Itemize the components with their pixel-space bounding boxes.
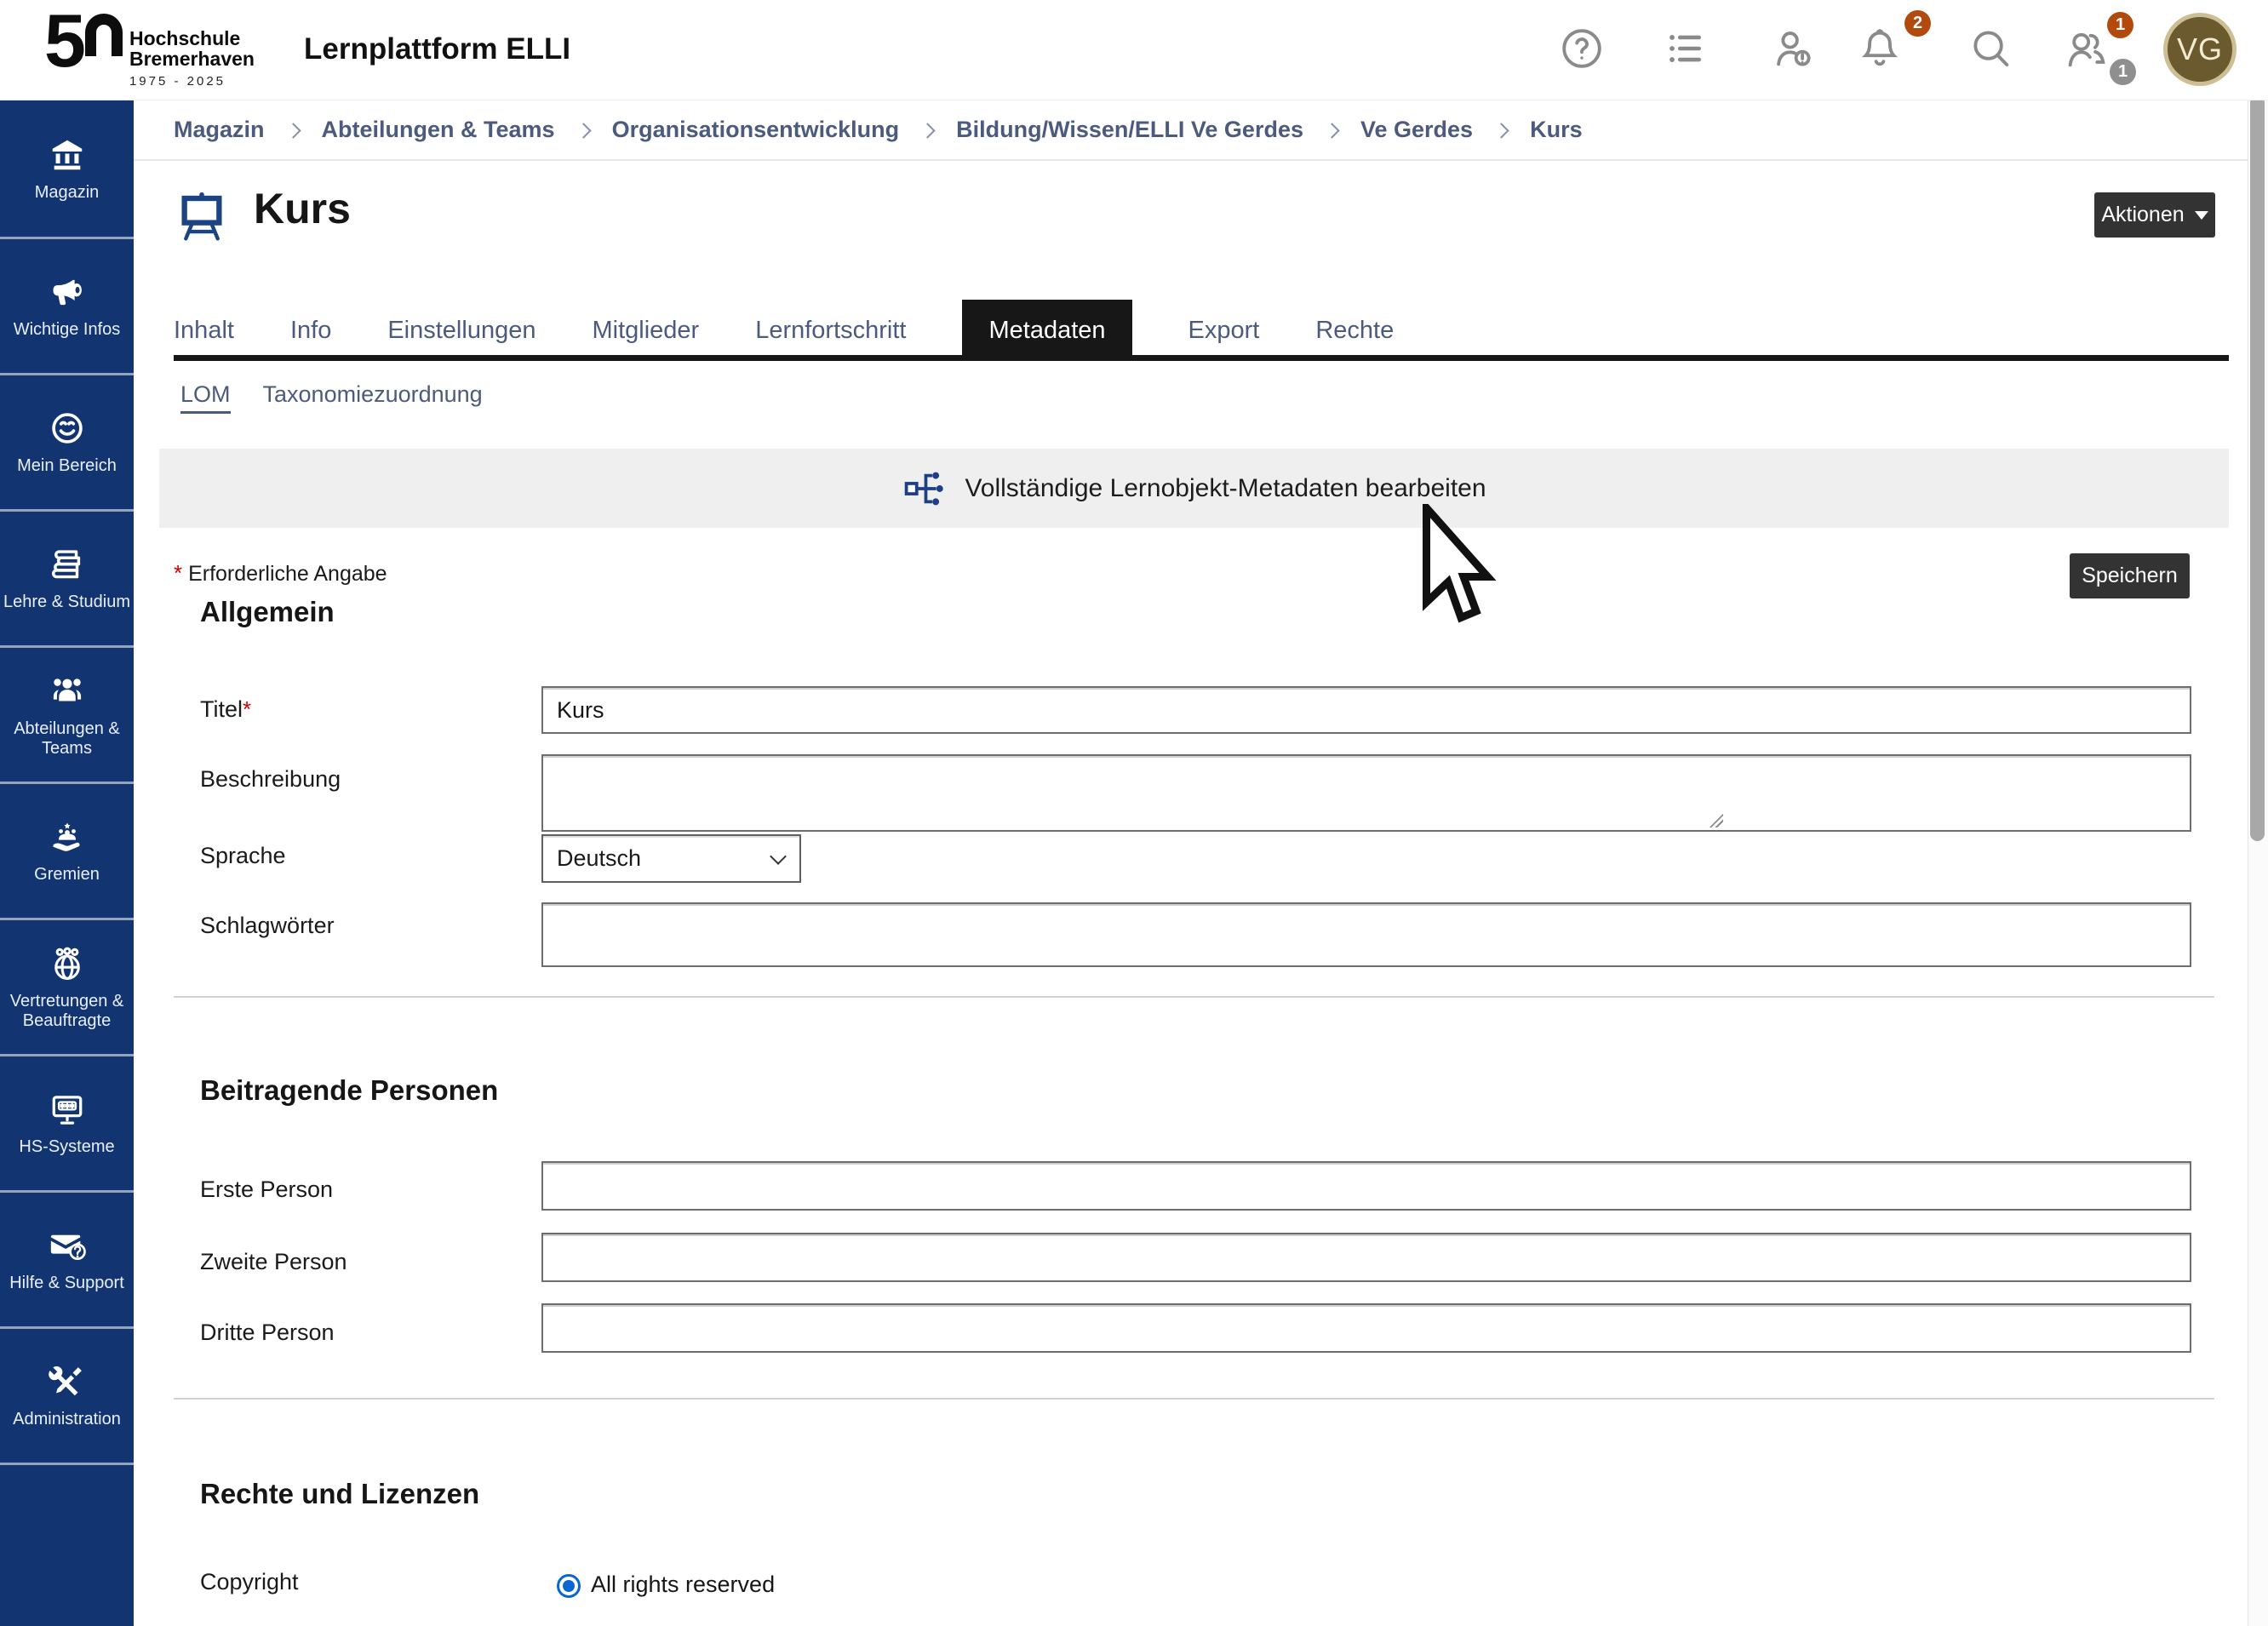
erste-person-input[interactable] <box>541 1161 2191 1211</box>
logo-years: 1975 - 2025 <box>129 74 255 89</box>
mail-question-icon <box>48 1226 87 1265</box>
smiley-icon <box>48 409 87 448</box>
beschreibung-textarea[interactable] <box>541 754 2191 832</box>
dritte-person-label: Dritte Person <box>200 1320 335 1346</box>
sidebar-item-administration[interactable]: Administration <box>0 1326 134 1463</box>
chevron-right-icon <box>285 123 301 138</box>
copyright-option-label: All rights reserved <box>591 1572 775 1598</box>
tools-icon <box>48 1362 87 1401</box>
subtab-bar: LOM Taxonomiezuordnung <box>180 381 483 414</box>
beschreibung-label: Beschreibung <box>200 766 341 793</box>
sidebar-item-lehre-studium[interactable]: Lehre & Studium <box>0 509 134 645</box>
logo-name: Hochschule Bremerhaven <box>129 27 255 70</box>
committee-icon <box>48 817 87 856</box>
books-icon <box>48 545 87 584</box>
edit-full-metadata-button[interactable]: Vollständige Lernobjekt-Metadaten bearbe… <box>159 449 2229 528</box>
user-avatar[interactable]: VG <box>2163 13 2236 86</box>
monitor-icon <box>48 1090 87 1129</box>
sprache-select[interactable]: Deutsch <box>541 834 801 883</box>
page-title: Kurs <box>254 184 351 233</box>
sprache-label: Sprache <box>200 843 286 869</box>
caret-down-icon <box>2195 211 2208 220</box>
save-button[interactable]: Speichern <box>2070 553 2190 598</box>
sidebar-item-vertretungen-beauftragte[interactable]: Vertretungen & Beauftragte <box>0 918 134 1054</box>
bank-icon <box>48 135 87 175</box>
breadcrumb-item[interactable]: Abteilungen & Teams <box>322 117 555 143</box>
erste-person-label: Erste Person <box>200 1177 333 1203</box>
contacts-seen-badge: 1 <box>2110 59 2136 85</box>
breadcrumb-item-current[interactable]: Kurs <box>1530 117 1583 143</box>
section-heading-beitragende: Beitragende Personen <box>200 1074 498 1107</box>
breadcrumb-item[interactable]: Organisationsentwicklung <box>612 117 900 143</box>
schlagwoerter-label: Schlagwörter <box>200 913 335 939</box>
subtab-taxonomiezuordnung[interactable]: Taxonomiezuordnung <box>263 381 483 408</box>
contacts-icon[interactable] <box>2059 22 2112 75</box>
sidebar-item-gremien[interactable]: Gremien <box>0 782 134 918</box>
copyright-label: Copyright <box>200 1569 299 1595</box>
search-icon[interactable] <box>1964 22 2017 75</box>
who-is-online-icon[interactable] <box>1767 22 1819 75</box>
dritte-person-input[interactable] <box>541 1303 2191 1353</box>
section-divider <box>174 996 2214 998</box>
tab-inhalt[interactable]: Inhalt <box>174 300 234 361</box>
textarea-resize-grip[interactable] <box>1709 813 1723 827</box>
logo-arch-glyph <box>85 14 123 56</box>
breadcrumb: Magazin Abteilungen & Teams Organisation… <box>134 100 2248 161</box>
chevron-right-icon <box>1493 123 1509 138</box>
required-star: * <box>174 560 182 586</box>
section-heading-rechte: Rechte und Lizenzen <box>200 1478 479 1510</box>
sidebar-item-abteilungen-teams[interactable]: Abteilungen & Teams <box>0 645 134 782</box>
chevron-right-icon <box>576 123 591 138</box>
globe-people-icon <box>48 944 87 983</box>
tab-lernfortschritt[interactable]: Lernfortschritt <box>755 300 906 361</box>
breadcrumb-item[interactable]: Bildung/Wissen/ELLI Ve Gerdes <box>956 117 1303 143</box>
breadcrumb-item[interactable]: Magazin <box>174 117 265 143</box>
scrollbar-thumb[interactable] <box>2250 95 2265 841</box>
people-group-icon <box>48 672 87 711</box>
logo-50-glyph: 5 <box>44 5 83 77</box>
section-heading-allgemein: Allgemein <box>200 596 335 628</box>
zweite-person-input[interactable] <box>541 1233 2191 1282</box>
titel-input[interactable] <box>541 686 2191 734</box>
titel-required-star: * <box>243 696 251 722</box>
sidebar-item-magazin[interactable]: Magazin <box>0 100 134 237</box>
tab-rechte[interactable]: Rechte <box>1315 300 1394 361</box>
schlagwoerter-input[interactable] <box>541 902 2191 967</box>
megaphone-icon <box>48 272 87 312</box>
hochschule-bremerhaven-logo[interactable]: 5 Hochschule Bremerhaven 1975 - 2025 <box>44 5 255 89</box>
breadcrumb-item[interactable]: Ve Gerdes <box>1360 117 1473 143</box>
actions-button[interactable]: Aktionen <box>2094 192 2215 238</box>
tab-info[interactable]: Info <box>290 300 331 361</box>
sidebar-filler <box>0 1463 134 1626</box>
required-note: * Erforderliche Angabe <box>174 560 387 587</box>
tab-einstellungen[interactable]: Einstellungen <box>387 300 536 361</box>
metadata-tree-icon <box>902 465 949 512</box>
sidebar-item-hs-systeme[interactable]: HS-Systeme <box>0 1054 134 1190</box>
top-header: 5 Hochschule Bremerhaven 1975 - 2025 Ler… <box>0 0 2268 100</box>
titel-label: Titel* <box>200 696 251 723</box>
subtab-lom[interactable]: LOM <box>180 381 231 414</box>
tab-export[interactable]: Export <box>1188 300 1260 361</box>
notifications-bell-icon[interactable] <box>1853 22 1906 75</box>
section-divider <box>174 1398 2214 1400</box>
sidebar-item-hilfe-support[interactable]: Hilfe & Support <box>0 1190 134 1326</box>
sidebar-item-mein-bereich[interactable]: Mein Bereich <box>0 373 134 509</box>
course-easel-icon <box>174 189 230 245</box>
chevron-down-icon <box>770 848 787 865</box>
tab-underline <box>174 355 2229 361</box>
zweite-person-label: Zweite Person <box>200 1249 347 1275</box>
chevron-right-icon <box>919 123 935 138</box>
list-icon[interactable] <box>1659 22 1712 75</box>
tab-bar: Inhalt Info Einstellungen Mitglieder Ler… <box>174 300 1450 361</box>
sidebar-item-wichtige-infos[interactable]: Wichtige Infos <box>0 237 134 373</box>
help-icon[interactable] <box>1555 22 1608 75</box>
tab-metadaten-active[interactable]: Metadaten <box>962 300 1131 361</box>
copyright-radio-selected[interactable] <box>557 1574 581 1598</box>
contacts-new-badge: 1 <box>2107 12 2133 38</box>
tab-mitglieder[interactable]: Mitglieder <box>592 300 699 361</box>
notifications-badge: 2 <box>1904 10 1931 37</box>
main-sidebar: Magazin Wichtige Infos Mein Bereich Lehr… <box>0 100 134 1626</box>
chevron-right-icon <box>1324 123 1339 138</box>
app-title: Lernplattform ELLI <box>304 32 570 66</box>
